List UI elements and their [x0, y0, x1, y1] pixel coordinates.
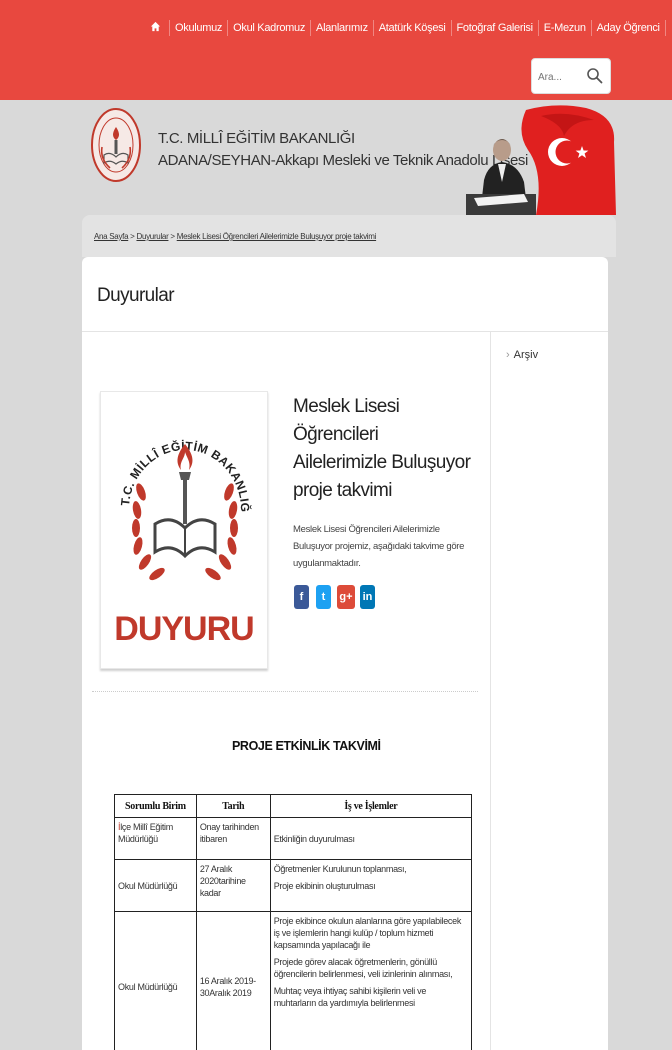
divider: [82, 331, 608, 332]
duyuru-caption: DUYURU: [114, 610, 253, 648]
breadcrumb-duyurular-link[interactable]: Duyurular: [136, 232, 168, 241]
table-cell-unit: İlçe Millî Eğitim Müdürlüğü: [114, 817, 197, 860]
facebook-share-icon[interactable]: f: [294, 585, 309, 609]
task-text: Proje ekibinin oluşturulması: [273, 881, 376, 891]
top-header: Okulumuz Okul Kadromuz Alanlarımız Atatü…: [0, 0, 672, 100]
search-icon[interactable]: [586, 67, 604, 85]
announcement-title: Meslek Lisesi Öğrencileri Ailelerimizle …: [293, 396, 471, 501]
site-banner: T.C. MİLLÎ EĞİTİM BAKANLIĞI ADANA/SEYHAN…: [0, 100, 672, 215]
nav-item-e-mezun[interactable]: E-Mezun: [539, 20, 592, 36]
search-box: [531, 58, 611, 94]
table-header-row: Sorumlu Birim Tarih İş ve İşlemler: [114, 794, 473, 818]
meb-logo[interactable]: [90, 105, 142, 185]
column-header: Sorumlu Birim: [114, 794, 197, 818]
task-text: Muhtaç veya ihtiyaç sahibi kişilerin vel…: [273, 986, 427, 1008]
table-row: Okul Müdürlüğü 16 Aralık 2019-30Aralık 2…: [114, 911, 473, 1050]
table-cell-unit: Okul Müdürlüğü: [114, 911, 197, 1050]
duyuru-emblem-icon: T.C. MİLLÎ EĞİTİM BAKANLIĞI: [99, 381, 255, 648]
page-title: Duyurular: [97, 285, 175, 306]
chevron-right-icon: ›: [506, 349, 510, 361]
table-cell-date: 16 Aralık 2019-30Aralık 2019: [195, 911, 271, 1050]
table-cell-tasks: Etkinliğin duyurulması: [269, 817, 473, 860]
nav-item-okul-kadromuz[interactable]: Okul Kadromuz: [228, 20, 312, 36]
table-cell-tasks: Öğretmenler Kurulunun toplanması, Proje …: [269, 859, 473, 912]
nav-item-fotograf-galerisi[interactable]: Fotoğraf Galerisi: [452, 20, 539, 36]
table-cell-tasks: Proje ekibince okulun alanlarına göre ya…: [269, 911, 473, 1050]
breadcrumb-separator: >: [170, 232, 175, 241]
task-text: Etkinliğin duyurulması: [273, 833, 355, 844]
home-icon[interactable]: [142, 20, 170, 36]
table-cell-date: 27 Aralık 2020tarihine kadar: [195, 859, 271, 912]
task-text: Proje ekibince okulun alanlarına göre ya…: [273, 916, 462, 950]
unit-text: lçe Millî Eğitim Müdürlüğü: [118, 822, 173, 844]
googleplus-share-icon[interactable]: g+: [337, 585, 355, 609]
schedule-heading: PROJE ETKİNLİK TAKVİMİ: [232, 739, 381, 753]
task-text: Projede görev alacak öğretmenlerin, gönü…: [273, 957, 453, 979]
announcement-text: Meslek Lisesi Öğrencileri Ailelerimizle …: [293, 524, 465, 569]
nav-item-ataturk-kosesi[interactable]: Atatürk Köşesi: [374, 20, 452, 36]
archive-label: Arşiv: [513, 349, 539, 361]
column-header: Tarih: [195, 794, 271, 818]
nav-item-okulumuz[interactable]: Okulumuz: [170, 20, 229, 36]
schedule-table: Sorumlu Birim Tarih İş ve İşlemler İlçe …: [114, 794, 473, 1050]
sidebar-divider: [490, 332, 491, 1050]
table-row: İlçe Millî Eğitim Müdürlüğü Onay tarihin…: [114, 817, 473, 860]
column-header: İş ve İşlemler: [269, 794, 473, 818]
breadcrumb-home-link[interactable]: Ana Sayfa: [94, 232, 129, 241]
linkedin-share-icon[interactable]: in: [360, 585, 375, 609]
nav-item-aday-ogrenci[interactable]: Aday Öğrenci: [592, 20, 666, 36]
breadcrumb-current-link[interactable]: Meslek Lisesi Öğrencileri Ailelerimizle …: [177, 232, 377, 241]
breadcrumb: Ana Sayfa > Duyurular > Meslek Lisesi Öğ…: [94, 232, 376, 241]
ataturk-flag-image: [466, 105, 616, 215]
breadcrumb-separator: >: [130, 232, 135, 241]
main-nav: Okulumuz Okul Kadromuz Alanlarımız Atatü…: [142, 14, 672, 42]
announcement-image[interactable]: T.C. MİLLÎ EĞİTİM BAKANLIĞI: [99, 381, 268, 669]
table-cell-date: Onay tarihinden itibaren: [195, 817, 271, 860]
breadcrumb-bar: Ana Sayfa > Duyurular > Meslek Lisesi Öğ…: [82, 215, 616, 257]
table-cell-unit: Okul Müdürlüğü: [114, 859, 197, 912]
task-text: Öğretmenler Kurulunun toplanması,: [273, 864, 407, 874]
sidebar-archive-link[interactable]: › Arşiv: [506, 349, 538, 361]
dotted-separator: [92, 691, 478, 692]
table-row: Okul Müdürlüğü 27 Aralık 2020tarihine ka…: [114, 859, 473, 912]
twitter-share-icon[interactable]: t: [316, 585, 331, 609]
phone-icon[interactable]: [666, 20, 672, 36]
nav-item-alanlarimiz[interactable]: Alanlarımız: [311, 20, 374, 36]
search-input[interactable]: [538, 68, 586, 86]
content-card: Duyurular › Arşiv T.C. MİLLÎ EĞİTİM BAKAN…: [82, 257, 608, 1050]
